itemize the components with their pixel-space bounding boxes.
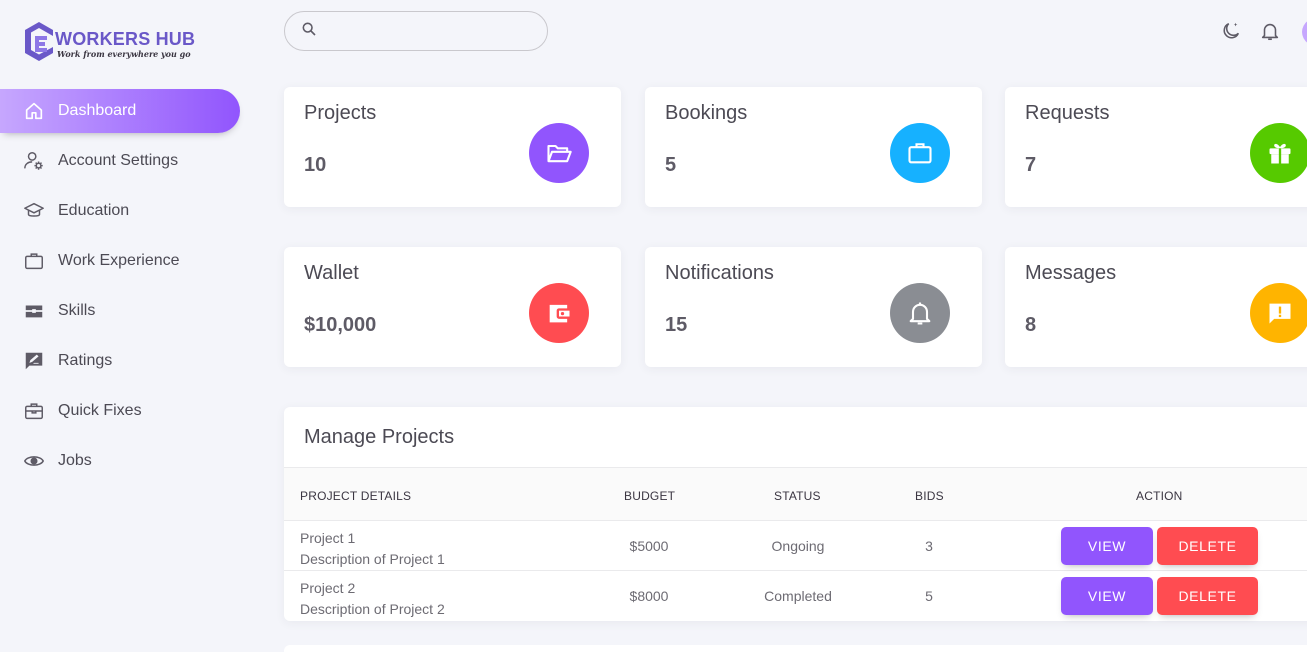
sidebar-item-work-experience[interactable]: Work Experience [0,239,240,283]
view-button[interactable]: VIEW [1061,577,1153,615]
sidebar-item-label: Work Experience [58,252,180,269]
message-alert-icon [1250,283,1307,343]
column-header-status: STATUS [774,489,821,503]
table-row: Project 2 Description of Project 2 $8000… [284,571,1307,621]
rating-draw-icon [22,349,46,373]
project-status: Ongoing [771,538,825,554]
sidebar-item-label: Skills [58,302,96,319]
stat-card-wallet: Wallet $10,000 [284,247,621,367]
search-bar[interactable] [284,11,548,51]
project-status: Completed [764,588,832,604]
account-cog-icon [22,149,46,173]
sidebar-item-skills[interactable]: Skills [0,289,240,333]
user-avatar[interactable] [1302,16,1307,48]
stat-card-bookings: Bookings 5 [645,87,982,207]
card-value: 10 [304,154,327,176]
briefcase-icon [890,123,950,183]
column-header-budget: BUDGET [624,489,676,503]
card-value: 5 [665,154,677,176]
folder-open-icon [529,123,589,183]
card-value: 15 [665,314,688,336]
sidebar-nav: Dashboard Account Settings Education Wor… [0,89,260,489]
sidebar-item-jobs[interactable]: Jobs [0,439,240,483]
column-header-action: ACTION [1136,489,1183,503]
sidebar-item-label: Jobs [58,452,92,469]
card-title: Bookings [665,102,748,124]
project-budget: $8000 [629,588,669,604]
sidebar-item-label: Quick Fixes [58,402,142,419]
table-header: PROJECT DETAILS BUDGET STATUS BIDS ACTIO… [284,467,1307,521]
sidebar-item-dashboard[interactable]: Dashboard [0,89,240,133]
project-name: Project 1 [300,530,356,546]
project-bids: 5 [925,588,933,604]
home-icon [22,99,46,123]
toolbox-icon [22,299,46,323]
stat-card-notifications: Notifications 15 [645,247,982,367]
school-icon [22,199,46,223]
next-panel [284,645,1307,652]
eye-icon [22,449,46,473]
card-title: Requests [1025,102,1110,124]
card-title: Wallet [304,262,359,284]
brand-logo-icon [24,20,54,66]
card-title: Projects [304,102,377,124]
sidebar-item-label: Ratings [58,352,113,369]
panel-title: Manage Projects [304,426,455,448]
card-title: Messages [1025,262,1117,284]
card-value: $10,000 [304,314,377,336]
medical-bag-icon [22,399,46,423]
search-input[interactable] [325,23,535,39]
table-row: Project 1 Description of Project 1 $5000… [284,521,1307,571]
delete-button[interactable]: DELETE [1157,577,1258,615]
view-button[interactable]: VIEW [1061,527,1153,565]
card-value: 8 [1025,314,1037,336]
sidebar-item-ratings[interactable]: Ratings [0,339,240,383]
brand-tagline: Work from everywhere you go [57,49,191,59]
gift-icon [1250,123,1307,183]
brand-name: WORKERS HUB [55,29,196,49]
project-budget: $5000 [629,538,669,554]
sidebar: WORKERS HUB Work from everywhere you go … [0,0,260,652]
wallet-icon [529,283,589,343]
sidebar-item-label: Education [58,202,130,219]
project-bids: 3 [925,538,933,554]
sidebar-item-account-settings[interactable]: Account Settings [0,139,240,183]
column-header-project-details: PROJECT DETAILS [300,489,412,503]
notification-bell-icon[interactable] [1259,20,1281,42]
card-title: Notifications [665,262,774,284]
stat-card-messages: Messages 8 [1005,247,1307,367]
theme-moon-icon[interactable] [1220,20,1242,42]
delete-button[interactable]: DELETE [1157,527,1258,565]
project-name: Project 2 [300,580,356,596]
card-value: 7 [1025,154,1037,176]
stat-card-projects: Projects 10 [284,87,621,207]
sidebar-item-label: Account Settings [58,152,179,169]
project-description: Description of Project 2 [300,601,445,617]
manage-projects-panel: Manage Projects PROJECT DETAILS BUDGET S… [284,407,1307,621]
stat-card-requests: Requests 7 [1005,87,1307,207]
sidebar-item-quick-fixes[interactable]: Quick Fixes [0,389,240,433]
bell-icon [890,283,950,343]
briefcase-icon [22,249,46,273]
column-header-bids: BIDS [915,489,944,503]
search-icon [301,21,317,42]
brand-logo[interactable]: WORKERS HUB Work from everywhere you go [24,18,224,68]
project-description: Description of Project 1 [300,551,445,567]
sidebar-item-label: Dashboard [58,102,137,119]
sidebar-item-education[interactable]: Education [0,189,240,233]
